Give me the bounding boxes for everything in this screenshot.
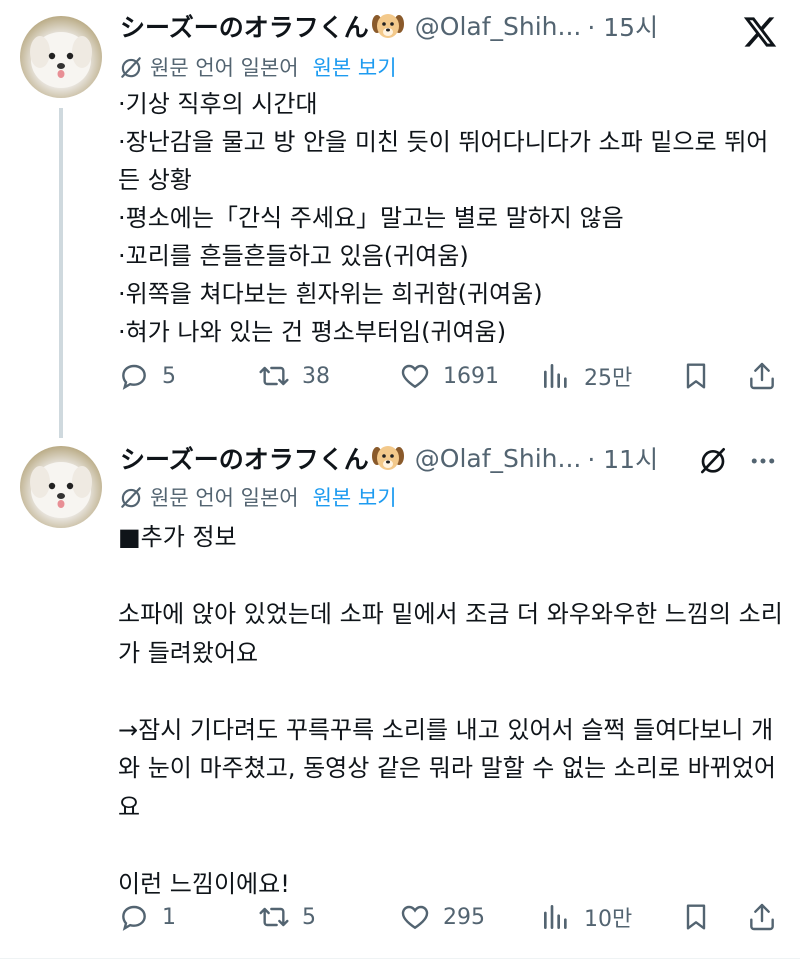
dog-emoji-icon xyxy=(371,443,405,473)
heart-icon xyxy=(401,364,429,389)
like-button[interactable]: 295 xyxy=(399,895,485,939)
user-handle[interactable]: @Olaf_Shih... xyxy=(415,12,582,41)
grok-icon[interactable] xyxy=(697,444,729,476)
translation-notice: 원문 언어 일본어 원본 보기 xyxy=(118,52,397,82)
user-handle[interactable]: @Olaf_Shih... xyxy=(415,444,582,473)
like-count: 1691 xyxy=(443,363,499,389)
tweet-header: シーズーのオラフくん @Olaf_Shih... · 15시 xyxy=(120,6,658,46)
view-count: 10만 xyxy=(584,907,633,932)
reply-count: 5 xyxy=(162,363,176,389)
translate-icon xyxy=(121,487,141,508)
tweet-1[interactable]: シーズーのオラフくん @Olaf_Shih... · 15시 원문 언어 일본어… xyxy=(0,0,800,430)
retweet-icon xyxy=(259,907,289,927)
views-button[interactable]: 25만 xyxy=(540,354,632,398)
views-icon xyxy=(544,364,567,388)
action-bar: 5 38 1691 25만 xyxy=(118,354,788,398)
tweet-header: シーズーのオラフくん @Olaf_Shih... · 11시 xyxy=(120,438,658,478)
reply-button[interactable]: 5 xyxy=(118,354,176,398)
retweet-button[interactable]: 5 xyxy=(258,895,316,939)
timestamp[interactable]: · 11시 xyxy=(587,440,658,476)
view-count: 25만 xyxy=(584,366,633,391)
like-button[interactable]: 1691 xyxy=(399,354,499,398)
retweet-count: 5 xyxy=(302,904,316,930)
timestamp[interactable]: · 15시 xyxy=(587,8,658,44)
translate-icon xyxy=(121,57,141,78)
bookmark-button[interactable] xyxy=(680,354,712,398)
reply-count: 1 xyxy=(162,904,176,930)
translation-label: 원문 언어 일본어 xyxy=(150,486,299,510)
more-icon[interactable] xyxy=(748,446,778,476)
retweet-count: 38 xyxy=(302,363,330,389)
retweet-icon xyxy=(259,366,289,386)
bookmark-icon xyxy=(686,363,706,389)
tweet-text: ·기상 직후의 시간대 ·장난감을 물고 방 안을 미친 듯이 뛰어다니다가 소… xyxy=(118,90,769,346)
retweet-button[interactable]: 38 xyxy=(258,354,330,398)
views-icon xyxy=(544,905,567,929)
share-button[interactable] xyxy=(746,895,778,939)
tweet-text: ■추가 정보 소파에 앉아 있었는데 소파 밑에서 조금 더 와우와우한 느낌의… xyxy=(118,523,783,898)
translation-notice: 원문 언어 일본어 원본 보기 xyxy=(118,482,397,512)
bookmark-icon xyxy=(686,904,706,930)
share-button[interactable] xyxy=(746,354,778,398)
share-icon xyxy=(750,362,774,390)
views-button[interactable]: 10만 xyxy=(540,895,632,939)
dog-emoji-icon xyxy=(371,11,405,41)
like-count: 295 xyxy=(443,904,485,930)
show-original-link[interactable]: 원본 보기 xyxy=(313,52,397,82)
reply-icon xyxy=(122,905,146,931)
heart-icon xyxy=(401,905,429,930)
show-original-link[interactable]: 원본 보기 xyxy=(313,482,397,512)
avatar[interactable] xyxy=(20,446,102,528)
x-logo-icon xyxy=(743,17,777,47)
share-icon xyxy=(750,903,774,931)
tweet-2[interactable]: シーズーのオラフくん @Olaf_Shih... · 11시 원문 언어 일본어 xyxy=(0,430,800,958)
display-name[interactable]: シーズーのオラフくん xyxy=(120,440,369,476)
divider xyxy=(0,958,800,959)
reply-button[interactable]: 1 xyxy=(118,895,176,939)
display-name[interactable]: シーズーのオラフくん xyxy=(120,8,369,44)
avatar[interactable] xyxy=(20,16,102,98)
bookmark-button[interactable] xyxy=(680,895,712,939)
reply-icon xyxy=(122,364,146,390)
translation-label: 원문 언어 일본어 xyxy=(150,56,299,80)
action-bar: 1 5 295 10만 xyxy=(118,895,788,939)
